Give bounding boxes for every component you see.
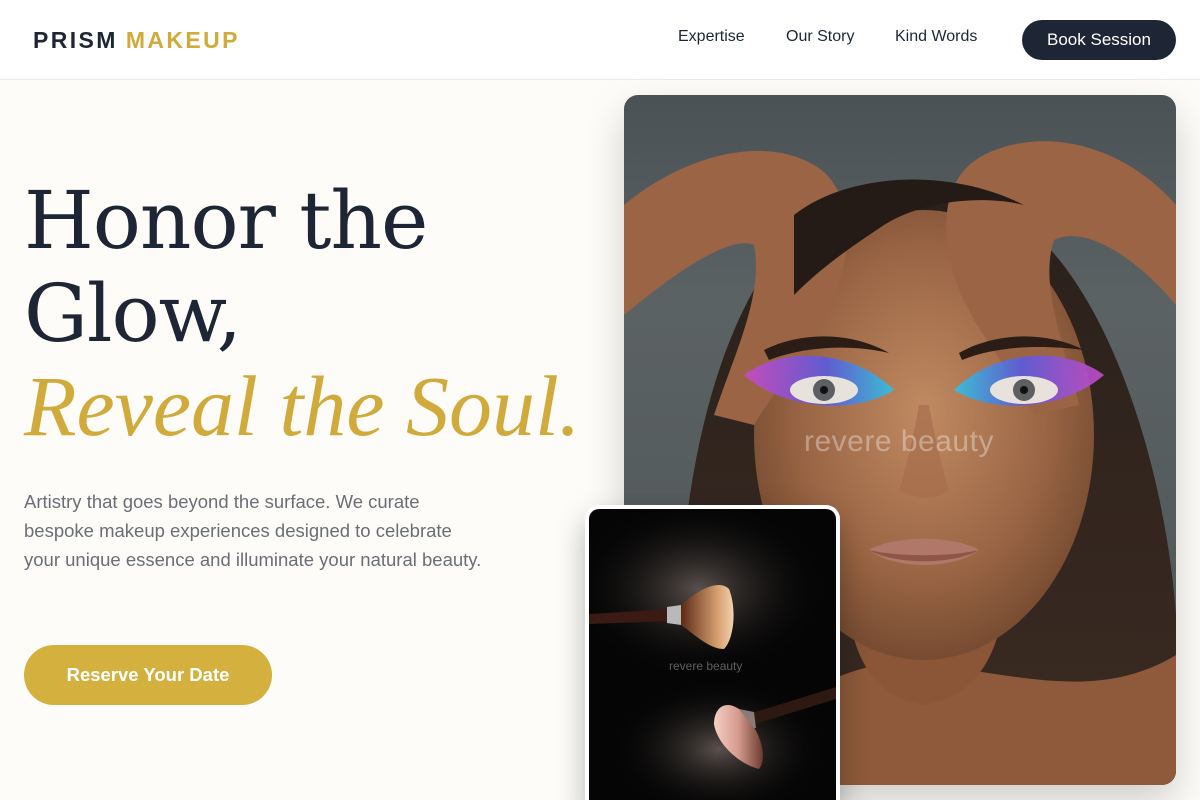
hero-headline: Honor the Glow, Reveal the Soul. bbox=[24, 174, 580, 453]
brush-photo-image: revere beauty bbox=[589, 509, 836, 800]
nav-link-our-story[interactable]: Our Story bbox=[786, 28, 854, 46]
brand-logo[interactable]: PRISM MAKEUP bbox=[33, 26, 240, 54]
brand-name-part2: MAKEUP bbox=[125, 27, 240, 53]
nav-link-expertise[interactable]: Expertise bbox=[678, 28, 745, 46]
hero-description: Artistry that goes beyond the surface. W… bbox=[24, 491, 482, 570]
brush-illustration bbox=[589, 509, 836, 800]
brush-watermark: revere beauty bbox=[669, 659, 743, 673]
book-session-button[interactable]: Book Session bbox=[1022, 20, 1176, 60]
site-header: PRISM MAKEUP Expertise Our Story Kind Wor… bbox=[0, 0, 1200, 80]
headline-accent: Reveal the Soul. bbox=[24, 358, 581, 454]
nav-link-kind-words[interactable]: Kind Words bbox=[895, 28, 977, 46]
headline-line-1: Honor the bbox=[24, 174, 428, 267]
headline-line-2: Glow, bbox=[24, 267, 242, 360]
brand-name-part1: PRISM bbox=[33, 27, 118, 53]
brush-photo-card: revere beauty bbox=[585, 505, 840, 800]
reserve-date-button[interactable]: Reserve Your Date bbox=[24, 645, 272, 705]
portrait-watermark: revere beauty bbox=[804, 425, 994, 458]
